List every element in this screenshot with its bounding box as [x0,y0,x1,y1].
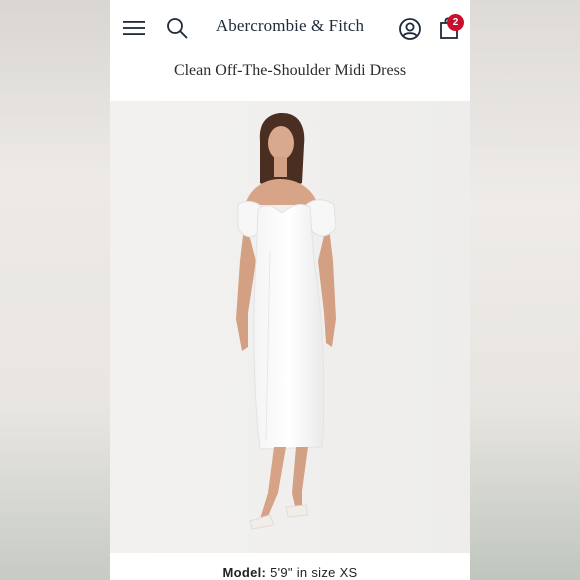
cart-count-badge: 2 [447,14,464,31]
background-left [0,0,110,580]
model-photo [110,101,470,553]
model-info: Model: 5'9" in size XS [110,565,470,580]
search-icon[interactable] [163,14,191,42]
model-label: Model: [222,565,267,580]
site-header: Abercrombie & Fitch 2 [110,0,470,56]
product-image[interactable] [110,101,470,553]
menu-icon[interactable] [120,14,148,42]
mobile-page: Abercrombie & Fitch 2 Clean Off-The-Shou… [110,0,470,580]
brand-logo[interactable]: Abercrombie & Fitch [210,16,370,36]
background-right [470,0,580,580]
account-icon[interactable] [395,14,425,44]
product-title: Clean Off-The-Shoulder Midi Dress [173,62,407,79]
model-size: 5'9" in size XS [270,565,358,580]
